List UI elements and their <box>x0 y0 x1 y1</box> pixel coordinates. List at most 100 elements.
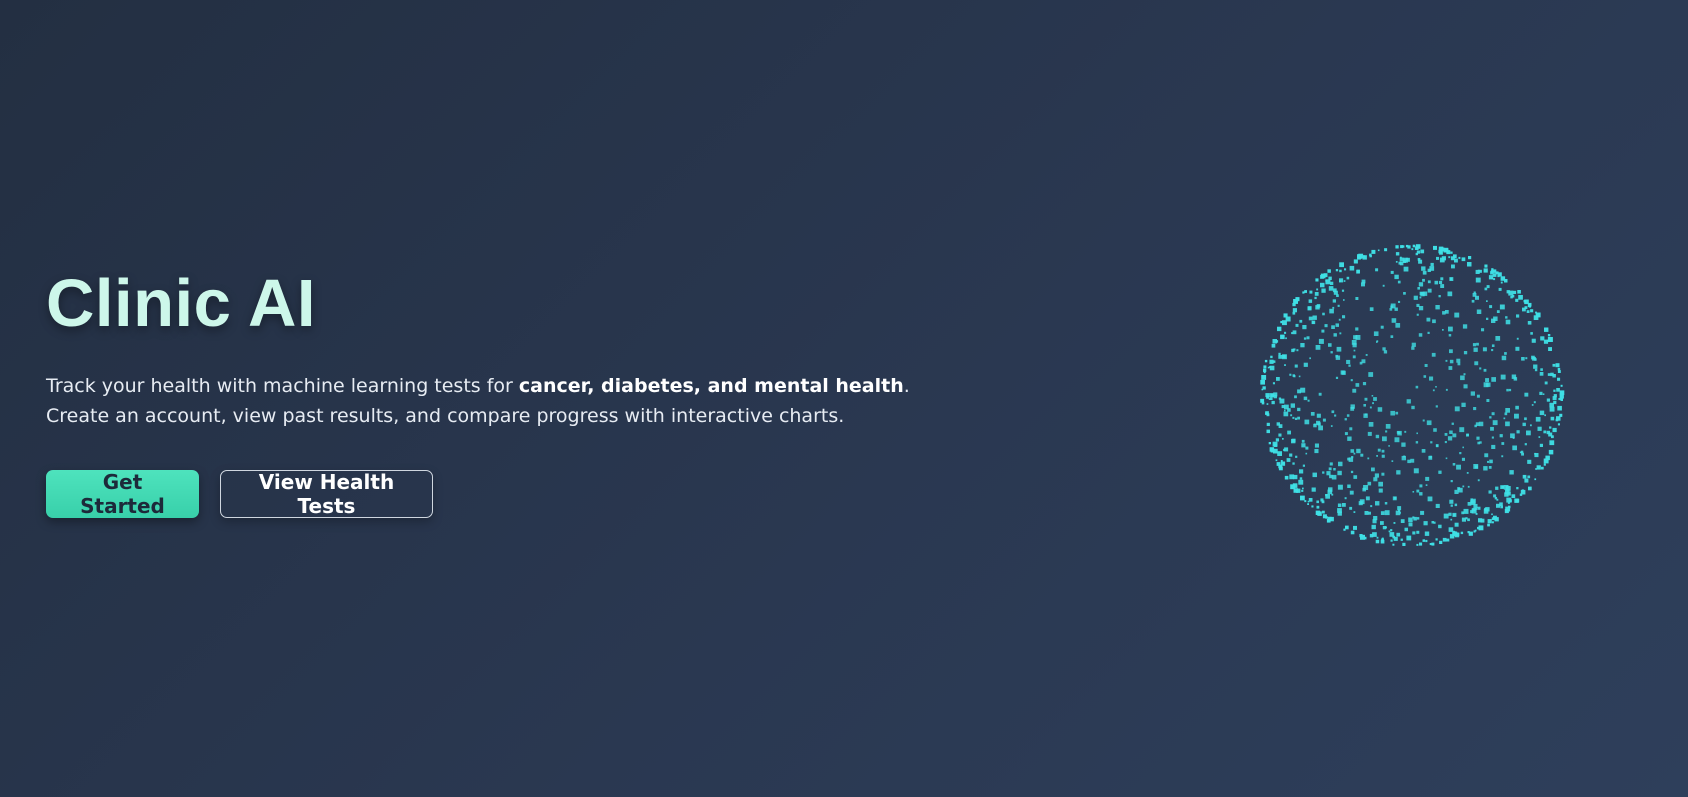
globe-particle <box>1297 407 1301 412</box>
globe-particle <box>1316 500 1319 504</box>
globe-particle <box>1331 325 1335 329</box>
globe-particle <box>1370 505 1373 508</box>
globe-particle <box>1458 256 1461 259</box>
globe-particle <box>1283 411 1289 417</box>
globe-particle <box>1533 401 1536 404</box>
globe-particle <box>1264 359 1268 363</box>
globe-particle <box>1530 309 1534 313</box>
globe-particle <box>1314 443 1319 448</box>
globe-particle <box>1445 388 1448 391</box>
globe-particle <box>1491 436 1494 439</box>
globe-particle <box>1365 413 1368 416</box>
description-line1-prefix: Track your health with machine learning … <box>46 375 519 397</box>
globe-particle <box>1383 350 1388 354</box>
globe-particle <box>1381 472 1385 476</box>
globe-particle <box>1380 511 1385 515</box>
globe-particle <box>1433 428 1437 432</box>
globe-particle <box>1411 248 1414 251</box>
globe-particle <box>1349 506 1353 510</box>
globe-particle <box>1270 355 1273 359</box>
globe-particle <box>1557 405 1562 411</box>
globe-particle <box>1271 400 1275 405</box>
globe-particle <box>1405 257 1410 262</box>
globe-particle <box>1426 420 1432 426</box>
globe-particle <box>1369 406 1372 409</box>
globe-particle <box>1329 308 1334 314</box>
globe-particle <box>1509 470 1514 475</box>
globe-particle <box>1391 460 1394 462</box>
globe-particle <box>1289 474 1295 480</box>
globe-particle <box>1361 359 1366 364</box>
globe-particle <box>1503 417 1506 420</box>
globe-particle <box>1473 530 1476 533</box>
globe-particle <box>1341 289 1345 292</box>
globe-particle <box>1512 437 1515 439</box>
globe-particle <box>1550 372 1554 377</box>
globe-particle <box>1425 539 1428 543</box>
globe-particle <box>1273 395 1277 399</box>
globe-particle <box>1463 373 1466 376</box>
globe-particle <box>1377 249 1380 252</box>
globe-particle <box>1488 466 1492 469</box>
globe-particle <box>1543 458 1549 464</box>
globe-particle <box>1515 298 1519 302</box>
globe-particle <box>1539 410 1545 416</box>
globe-particle <box>1467 485 1470 488</box>
globe-particle <box>1350 530 1355 535</box>
globe-particle <box>1418 306 1424 311</box>
globe-particle <box>1474 361 1479 366</box>
globe-particle <box>1533 364 1538 369</box>
globe-particle <box>1521 489 1524 492</box>
get-started-button[interactable]: Get Started <box>46 470 199 518</box>
globe-particle <box>1440 277 1444 281</box>
globe-particle <box>1475 295 1479 300</box>
globe-particle <box>1337 484 1343 490</box>
globe-particle <box>1457 362 1461 366</box>
globe-particle <box>1337 503 1342 507</box>
globe-particle <box>1355 327 1359 331</box>
globe-particle <box>1333 290 1338 295</box>
globe-particle <box>1381 538 1384 542</box>
globe-particle <box>1427 280 1431 284</box>
globe-particle <box>1334 414 1337 417</box>
globe-particle <box>1318 425 1323 431</box>
globe-particle <box>1475 513 1478 515</box>
globe-particle <box>1315 345 1321 350</box>
globe-particle <box>1506 497 1512 503</box>
globe-particle <box>1431 352 1436 357</box>
globe-particle <box>1260 379 1265 385</box>
globe-particle <box>1525 357 1528 360</box>
globe-particle <box>1403 292 1406 295</box>
globe-particle <box>1546 339 1549 342</box>
globe-particle <box>1369 307 1374 311</box>
globe-particle <box>1397 280 1401 284</box>
globe-particle <box>1332 299 1336 303</box>
globe-particle <box>1504 352 1507 355</box>
globe-particle <box>1490 426 1494 431</box>
globe-particle <box>1347 484 1351 488</box>
globe-particle <box>1416 303 1420 307</box>
globe-particle <box>1427 268 1431 272</box>
globe-particle <box>1467 531 1470 534</box>
globe-particle <box>1501 485 1505 489</box>
globe-particle <box>1436 256 1439 260</box>
globe-particle <box>1429 543 1432 546</box>
globe-particle <box>1279 398 1285 404</box>
globe-particle <box>1435 405 1438 408</box>
globe-particle <box>1390 410 1395 416</box>
globe-particle <box>1505 421 1510 427</box>
globe-particle <box>1478 421 1484 427</box>
globe-particle <box>1435 386 1437 388</box>
globe-particle <box>1294 417 1298 420</box>
globe-particle <box>1552 396 1557 401</box>
globe-particle <box>1421 449 1426 453</box>
globe-particle <box>1448 366 1453 370</box>
globe-particle <box>1345 525 1349 530</box>
globe-particle <box>1416 432 1418 435</box>
description-line1-suffix: . <box>903 375 910 397</box>
globe-particle <box>1422 539 1425 542</box>
globe-particle <box>1555 363 1560 368</box>
globe-particle <box>1417 258 1421 261</box>
globe-particle <box>1303 337 1307 340</box>
view-health-tests-button[interactable]: View Health Tests <box>220 470 433 518</box>
